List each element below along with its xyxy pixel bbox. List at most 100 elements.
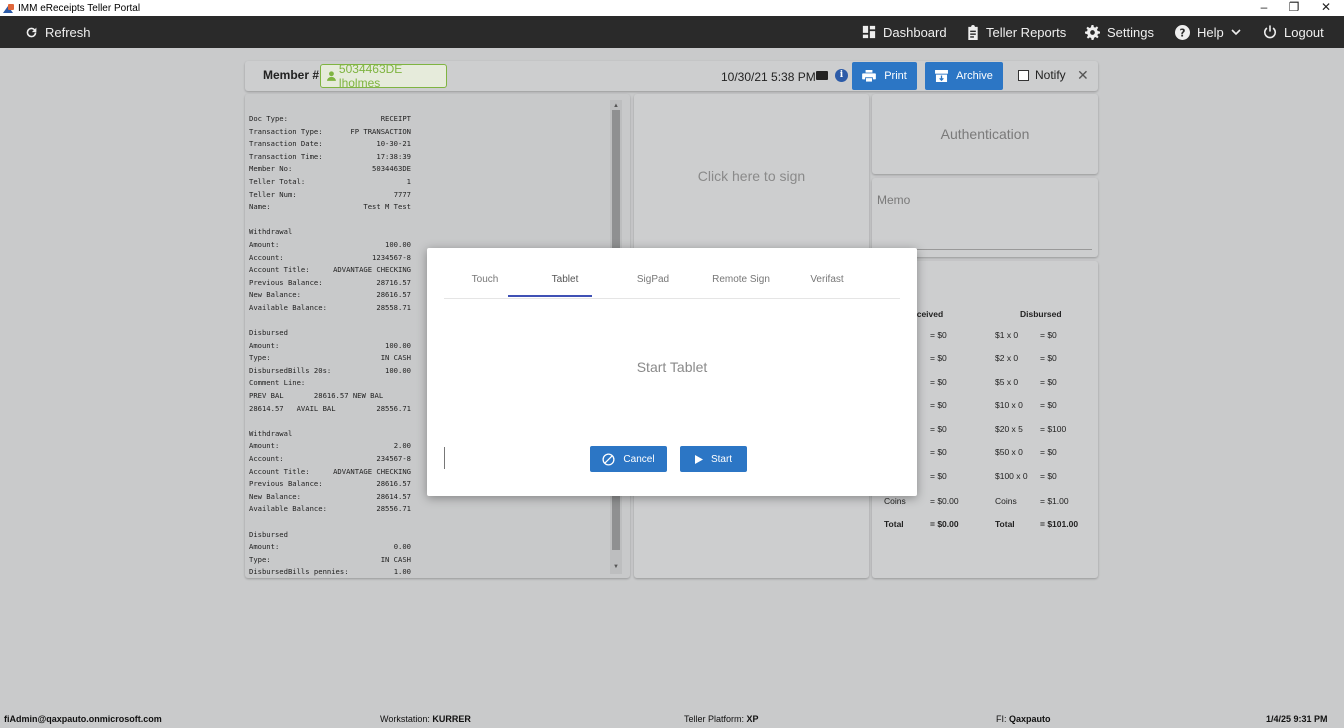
receipt-line-key: Account: xyxy=(249,252,284,262)
close-receipt-button[interactable]: ✕ xyxy=(1077,67,1089,84)
user-icon xyxy=(327,71,336,81)
status-user: fiAdmin@qaxpauto.onmicrosoft.com xyxy=(4,714,162,724)
info-icon[interactable]: i xyxy=(835,69,848,82)
minimize-button[interactable]: – xyxy=(1250,0,1278,16)
tab-sigpad[interactable]: SigPad xyxy=(625,274,681,285)
disbursed-row-value: = $0 xyxy=(1040,400,1057,410)
receipt-line: Disbursed xyxy=(249,327,411,340)
disbursed-row-denomination: $50 x 0 xyxy=(995,447,1023,457)
receipt-line-key: DisbursedBills pennies: xyxy=(249,567,349,577)
receipt-line-value: 10-30-21 xyxy=(376,139,411,149)
archive-button[interactable]: Archive xyxy=(925,62,1003,90)
nav-dashboard[interactable]: Dashboard xyxy=(862,16,947,48)
notify-label: Notify xyxy=(1035,68,1066,82)
disbursed-row-value: = $0 xyxy=(1040,447,1057,457)
receipt-line: Previous Balance: 28716.57 xyxy=(249,277,411,290)
receipt-line-key: 28614.57 AVAIL BAL xyxy=(249,403,336,413)
receipt-line-key: Doc Type: xyxy=(249,114,288,123)
receipt-line-key: Teller Num: xyxy=(249,189,297,199)
nav-help-label: Help xyxy=(1197,24,1224,40)
receipt-line: Disbursed xyxy=(249,529,411,542)
nav-teller-reports[interactable]: Teller Reports xyxy=(967,16,1066,48)
platform-label: Teller Platform: xyxy=(684,714,745,724)
coins-received-label: Coins xyxy=(884,496,906,506)
receipt-line: Amount: 0.00 xyxy=(249,541,411,554)
tab-touch[interactable]: Touch xyxy=(457,274,513,285)
fi-label: FI: xyxy=(996,714,1007,724)
receipt-line-key: Disbursed xyxy=(249,328,288,338)
receipt-line: Amount: 100.00 xyxy=(249,340,411,353)
window-titlebar: IMM eReceipts Teller Portal – ❐ ✕ xyxy=(0,0,1344,16)
archive-label: Archive xyxy=(956,70,993,82)
notify-checkbox[interactable] xyxy=(1018,69,1029,81)
help-icon: ? xyxy=(1175,24,1190,40)
cancel-button[interactable]: Cancel xyxy=(590,446,667,472)
top-navbar: Refresh Dashboard Teller Reports Setting… xyxy=(0,16,1344,48)
restore-button[interactable]: ❐ xyxy=(1280,0,1308,16)
receipt-line: Teller Num: 7777 xyxy=(249,189,411,202)
receipt-line-value: 28614.57 xyxy=(376,491,411,501)
receipt-line-value: IN CASH xyxy=(380,353,411,363)
receipt-line: DisbursedBills 20s: 100.00 xyxy=(249,365,411,378)
notify-toggle[interactable]: Notify xyxy=(1018,68,1066,82)
authentication-title: Authentication xyxy=(940,126,1030,142)
receipt-line: Transaction Time: 17:38:39 xyxy=(249,151,411,164)
receipt-line-key: Transaction Time: xyxy=(249,151,323,161)
disbursed-row-denomination: $1 x 0 xyxy=(995,330,1019,340)
close-window-button[interactable]: ✕ xyxy=(1312,0,1340,16)
scroll-up-icon[interactable]: ▲ xyxy=(613,103,619,109)
receipt-line: Type: IN CASH xyxy=(249,554,411,567)
receipt-line-key: Transaction Date: xyxy=(249,139,323,149)
receipt-line-value: 100.00 xyxy=(385,340,411,350)
receipt-line-value: 1 xyxy=(406,176,411,186)
receipt-line: Amount: 2.00 xyxy=(249,440,411,453)
tab-remote-sign[interactable]: Remote Sign xyxy=(703,274,779,285)
coins-received-value: = $0.00 xyxy=(930,496,959,506)
receipt-line-value: 28556.71 xyxy=(376,504,411,514)
signature-method-dialog: Touch Tablet SigPad Remote Sign Verifast… xyxy=(427,248,917,496)
tab-tablet[interactable]: Tablet xyxy=(537,274,593,285)
power-icon xyxy=(1264,25,1276,39)
received-row-value: = $0 xyxy=(930,400,947,410)
nav-dashboard-label: Dashboard xyxy=(883,24,947,40)
nav-teller-reports-label: Teller Reports xyxy=(986,24,1067,40)
memo-panel[interactable]: Memo xyxy=(872,178,1098,257)
refresh-button[interactable]: Refresh xyxy=(25,16,91,48)
authentication-panel[interactable]: Authentication xyxy=(872,94,1098,174)
member-chip[interactable]: 5034463DE lholmes xyxy=(320,62,447,90)
total-disbursed-label: Total xyxy=(995,519,1015,529)
receipt-line-key: Name: xyxy=(249,202,271,212)
nav-logout[interactable]: Logout xyxy=(1263,16,1324,48)
receipt-line-key: Previous Balance: xyxy=(249,479,323,489)
member-bar: Member #: 5034463DE lholmes 10/30/21 5:3… xyxy=(245,61,1098,91)
app-logo-icon xyxy=(3,3,15,13)
receipt-line xyxy=(249,214,411,227)
status-workstation: Workstation: KURRER xyxy=(380,714,471,724)
print-button[interactable]: Print xyxy=(852,62,917,90)
receipt-line-key: Teller Total: xyxy=(249,176,306,186)
receipt-line-key: PREV BAL 28616.57 NEW BAL xyxy=(249,391,384,401)
receipt-line-value: 5034463DE xyxy=(372,164,411,174)
receipt-line-key: Amount: xyxy=(249,542,280,552)
receipt-line-key: Disbursed xyxy=(249,529,288,539)
receipt-line: New Balance: 28614.57 xyxy=(249,491,411,504)
received-row-value: = $0 xyxy=(930,471,947,481)
disbursed-header: Disbursed xyxy=(1020,309,1062,319)
receipt-line: Type: IN CASH xyxy=(249,352,411,365)
scroll-down-icon[interactable]: ▼ xyxy=(613,564,619,570)
member-value: 5034463DE lholmes xyxy=(338,62,403,90)
keyboard-icon[interactable] xyxy=(816,71,828,80)
nav-settings[interactable]: Settings xyxy=(1085,16,1154,48)
sign-prompt[interactable]: Click here to sign xyxy=(634,168,869,184)
start-button[interactable]: Start xyxy=(680,446,747,472)
refresh-icon xyxy=(26,27,37,37)
tab-verifast[interactable]: Verifast xyxy=(799,274,855,285)
receipt-line-key: Account Title: xyxy=(249,466,310,476)
dashboard-icon xyxy=(862,25,876,39)
receipt-line-value: 0.00 xyxy=(393,542,411,552)
nav-help[interactable]: ? Help xyxy=(1175,16,1241,48)
status-bar: fiAdmin@qaxpauto.onmicrosoft.com Worksta… xyxy=(0,710,1344,728)
receipt-line: Available Balance: 28556.71 xyxy=(249,503,411,516)
receipt-line-key: Account: xyxy=(249,454,284,464)
receipt-line-value: IN CASH xyxy=(380,554,411,564)
